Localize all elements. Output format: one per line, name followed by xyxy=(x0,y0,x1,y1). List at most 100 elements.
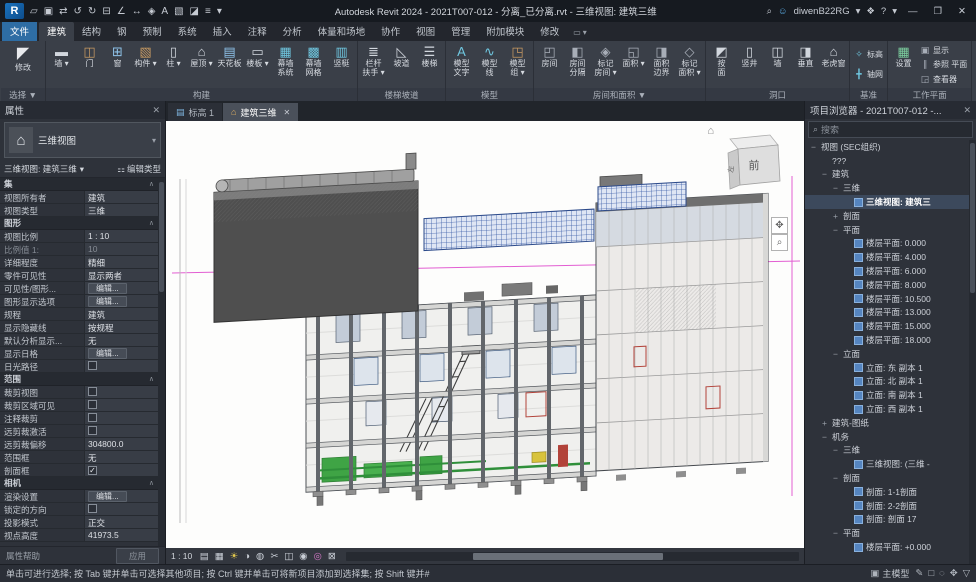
tool-area-boundary[interactable]: ◨面积 边界 xyxy=(648,42,675,87)
edit-button[interactable]: 编辑... xyxy=(88,283,127,294)
section-collapse-icon[interactable]: ∧ xyxy=(149,180,154,188)
tree-item[interactable]: 三维视图: (三维 - xyxy=(805,457,969,471)
ribbon-group-label[interactable]: 模型 xyxy=(446,88,533,101)
close-button[interactable]: ✕ xyxy=(953,6,971,17)
tree-item[interactable]: 楼层平面: 13.000 xyxy=(805,306,969,320)
ribbon-tab-3[interactable]: 钢 xyxy=(109,22,135,41)
property-value[interactable] xyxy=(84,425,158,437)
temporary-hide-isolate-icon[interactable]: ◉ xyxy=(297,551,310,562)
property-value[interactable]: 41973.5 xyxy=(84,529,158,541)
tool-grid[interactable]: ╋轴网 xyxy=(854,68,883,81)
properties-help-link[interactable]: 属性帮助 xyxy=(6,550,40,562)
property-value[interactable] xyxy=(84,399,158,411)
steering-wheel-icon[interactable]: ✥ xyxy=(771,217,788,234)
tool-wall-opening[interactable]: ◫墙 xyxy=(764,42,791,87)
tool-shaft-opening[interactable]: ▯竖井 xyxy=(736,42,763,87)
tree-item[interactable]: −立面 xyxy=(805,347,969,361)
collapse-icon[interactable]: − xyxy=(831,473,840,483)
tree-item[interactable]: 立面: 东 副本 1 xyxy=(805,361,969,375)
tree-item[interactable]: +建筑-图纸 xyxy=(805,416,969,430)
tree-item[interactable]: ??? xyxy=(805,154,969,168)
tree-item[interactable]: 楼层平面: 10.500 xyxy=(805,292,969,306)
collapse-icon[interactable]: − xyxy=(809,142,818,152)
user-dropdown-icon[interactable]: ▾ xyxy=(856,6,861,17)
collapse-icon[interactable]: − xyxy=(820,169,829,179)
edit-type-button[interactable]: ⚏ 编辑类型 xyxy=(117,163,161,175)
signed-in-user[interactable]: diwenB22RG xyxy=(794,6,850,17)
ribbon-tab-0[interactable]: 文件 xyxy=(2,22,37,41)
tree-item[interactable]: −建筑 xyxy=(805,168,969,182)
property-value[interactable]: ✓ xyxy=(84,464,158,476)
tool-roof[interactable]: ⌂屋顶 ▾ xyxy=(188,42,215,87)
ribbon-toggle[interactable]: ▭ ▾ xyxy=(573,28,587,41)
tree-item[interactable]: 立面: 西 副本 1 xyxy=(805,402,969,416)
checkbox[interactable] xyxy=(88,361,97,370)
property-value[interactable]: 建筑 xyxy=(84,191,158,203)
property-value[interactable]: 304800.0 xyxy=(84,438,158,450)
ribbon-group-label[interactable]: 构建 xyxy=(46,88,357,101)
undo-icon[interactable]: ↺ xyxy=(71,6,85,17)
ribbon-tab-14[interactable]: 修改 xyxy=(532,22,567,41)
shadows-icon[interactable]: ◑ xyxy=(242,551,253,562)
tree-item[interactable]: 楼层平面: 0.000 xyxy=(805,237,969,251)
ribbon-group-label[interactable]: 选择 ▼ xyxy=(1,88,45,101)
collapse-icon[interactable]: − xyxy=(831,528,840,538)
checkbox[interactable]: ✓ xyxy=(88,466,97,475)
crop-view-icon[interactable]: ✂ xyxy=(268,551,281,562)
edit-button[interactable]: 编辑... xyxy=(88,296,127,307)
tool-set-work-plane[interactable]: ▦设置 xyxy=(890,42,917,87)
property-section[interactable]: 相机∧ xyxy=(0,477,158,490)
ribbon-tab-2[interactable]: 结构 xyxy=(74,22,109,41)
collapse-icon[interactable]: − xyxy=(831,225,840,235)
ribbon-group-label[interactable]: 基准 xyxy=(850,88,887,101)
tree-item[interactable]: +剖面 xyxy=(805,209,969,223)
properties-scrollbar[interactable] xyxy=(158,178,165,546)
tree-item[interactable]: 楼层平面: 6.000 xyxy=(805,264,969,278)
type-selector[interactable]: ⌂ 三维视图 ▾ xyxy=(4,122,161,158)
tool-window[interactable]: ⊞窗 xyxy=(104,42,131,87)
property-value[interactable]: 编辑... xyxy=(84,282,158,294)
ribbon-tab-4[interactable]: 预制 xyxy=(135,22,170,41)
apply-button[interactable]: 应用 xyxy=(116,548,159,564)
tool-level[interactable]: ✧标高 xyxy=(854,48,883,61)
ribbon-tab-6[interactable]: 插入 xyxy=(205,22,240,41)
tree-item[interactable]: 楼层平面: 15.000 xyxy=(805,319,969,333)
default-3d-view-icon[interactable]: ▧ xyxy=(171,6,186,17)
tool-component[interactable]: ▧构件 ▾ xyxy=(132,42,159,87)
editable-only-icon[interactable]: ✎ xyxy=(915,568,923,579)
tree-item[interactable]: 楼层平面: 4.000 xyxy=(805,250,969,264)
visual-style-icon[interactable]: ▦ xyxy=(212,551,226,562)
design-options-dropdown[interactable]: ▣ 主模型 xyxy=(870,567,909,580)
zoom-icon[interactable]: ⌕ xyxy=(771,234,788,251)
tree-item[interactable]: 三维视图: 建筑三 xyxy=(805,195,969,209)
text-icon[interactable]: A xyxy=(158,6,171,17)
property-value[interactable]: 正交 xyxy=(84,516,158,528)
tool-room[interactable]: ◰房间 xyxy=(536,42,563,87)
property-value[interactable]: 10 xyxy=(84,243,158,255)
scrollbar-thumb[interactable] xyxy=(473,553,663,560)
viewcube[interactable]: 左 前 xyxy=(718,127,792,201)
tree-scrollbar[interactable] xyxy=(969,140,976,564)
tree-item[interactable]: 楼层平面: 18.000 xyxy=(805,333,969,347)
tool-show-work-plane[interactable]: ▣显示 xyxy=(920,44,967,57)
ribbon-tab-1[interactable]: 建筑 xyxy=(39,22,74,41)
property-value[interactable]: 精细 xyxy=(84,256,158,268)
expand-icon[interactable]: + xyxy=(831,211,840,221)
tree-item[interactable]: 楼层平面: 8.000 xyxy=(805,278,969,292)
tree-item[interactable]: 剖面: 1-1剖面 xyxy=(805,485,969,499)
collapse-icon[interactable]: − xyxy=(831,349,840,359)
tool-model-group[interactable]: ◳模型 组 ▾ xyxy=(504,42,531,87)
tree-item[interactable]: −三维 xyxy=(805,181,969,195)
tree-item[interactable]: −机务 xyxy=(805,430,969,444)
measure-icon[interactable]: ∠ xyxy=(114,6,129,17)
tool-opening-by-face[interactable]: ◩按 面 xyxy=(708,42,735,87)
print-icon[interactable]: ⊟ xyxy=(99,6,113,17)
section-collapse-icon[interactable]: ∧ xyxy=(149,219,154,227)
tree-item[interactable]: −视图 (SEC组织) xyxy=(805,140,969,154)
property-section[interactable]: 范围∧ xyxy=(0,373,158,386)
property-value[interactable]: 编辑... xyxy=(84,490,158,502)
checkbox[interactable] xyxy=(88,426,97,435)
view-scale[interactable]: 1 : 10 xyxy=(171,551,197,561)
ribbon-tab-9[interactable]: 体量和场地 xyxy=(310,22,374,41)
restore-button[interactable]: ❐ xyxy=(929,6,948,17)
